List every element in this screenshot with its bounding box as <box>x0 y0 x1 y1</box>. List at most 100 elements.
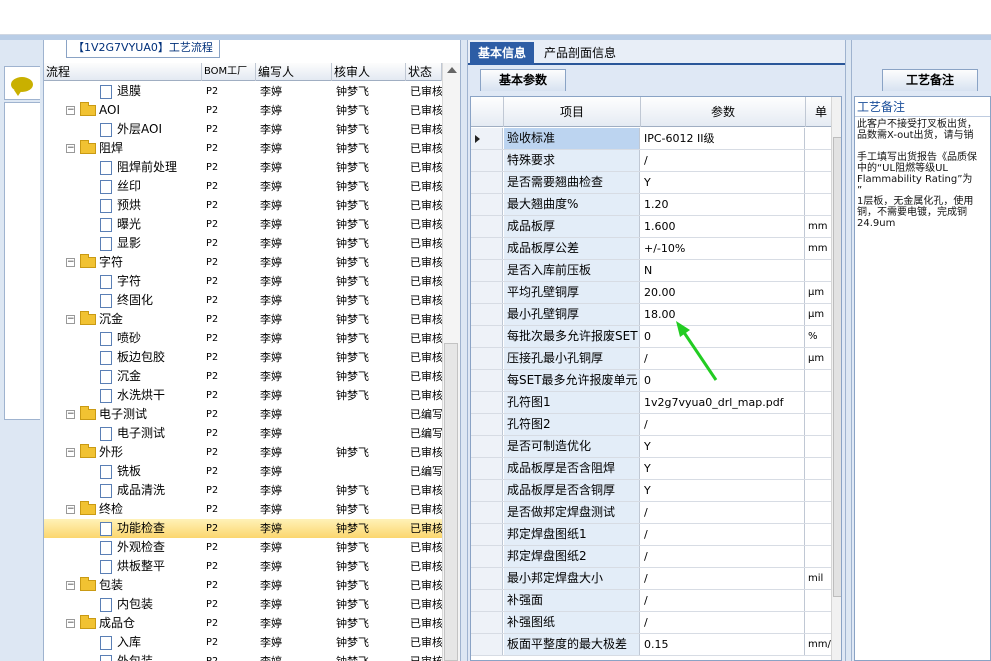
col-header-value[interactable]: 参数 <box>641 97 806 127</box>
col-header-reviewer[interactable]: 核审人 <box>332 63 406 81</box>
collapse-toggle-icon[interactable]: − <box>66 315 75 324</box>
collapse-toggle-icon[interactable]: − <box>66 505 75 514</box>
param-row[interactable]: 最大翘曲度% 1.20 <box>471 194 841 216</box>
param-row[interactable]: 是否需要翘曲检查 Y <box>471 172 841 194</box>
tab-basic-info[interactable]: 基本信息 <box>470 42 534 65</box>
row-indicator[interactable] <box>471 524 503 545</box>
collapse-toggle-icon[interactable]: − <box>66 410 75 419</box>
tree-row[interactable]: 水洗烘干 P2 李婷 钟梦飞 已审核 <box>44 386 442 405</box>
col-header-bom[interactable]: BOM工厂 <box>202 63 256 81</box>
param-row[interactable]: 补强图纸 / <box>471 612 841 634</box>
tree-row[interactable]: 显影 P2 李婷 钟梦飞 已审核 <box>44 234 442 253</box>
param-row[interactable]: 每批次最多允许报废SET 0% <box>471 326 841 348</box>
param-value[interactable]: / <box>641 502 805 523</box>
scroll-up-arrow-icon[interactable] <box>447 67 457 73</box>
tree-row[interactable]: 曝光 P2 李婷 钟梦飞 已审核 <box>44 215 442 234</box>
collapse-toggle-icon[interactable]: − <box>66 106 75 115</box>
tree-row[interactable]: 丝印 P2 李婷 钟梦飞 已审核 <box>44 177 442 196</box>
row-indicator[interactable] <box>471 414 503 435</box>
param-row[interactable]: 平均孔壁铜厚 20.00 μm <box>471 282 841 304</box>
row-indicator[interactable] <box>471 216 503 237</box>
tree-row[interactable]: 电子测试 P2 李婷 已编写 <box>44 424 442 443</box>
row-indicator[interactable] <box>471 590 503 611</box>
panel-splitter-right[interactable] <box>845 40 852 661</box>
param-row[interactable]: 邦定焊盘图纸2/ <box>471 546 841 568</box>
process-notes-text[interactable]: 此客户不接受打叉板出货， 品数需X-out出货，请与销 手工填写出货报告《品质保… <box>857 119 990 229</box>
param-row[interactable]: 成品板厚是否含阻焊 Y <box>471 458 841 480</box>
tree-row[interactable]: 预烘 P2 李婷 钟梦飞 已审核 <box>44 196 442 215</box>
param-row[interactable]: 板面平整度的最大极差 0.15 mm/i <box>471 634 841 656</box>
row-indicator[interactable] <box>471 238 503 259</box>
param-value[interactable]: 0 <box>641 326 805 347</box>
param-value[interactable]: / <box>641 612 805 633</box>
param-value[interactable]: / <box>641 414 805 435</box>
tree-row[interactable]: 喷砂 P2 李婷 钟梦飞 已审核 <box>44 329 442 348</box>
tree-row[interactable]: 终固化 P2 李婷 钟梦飞 已审核 <box>44 291 442 310</box>
collapse-toggle-icon[interactable]: − <box>66 144 75 153</box>
tree-row[interactable]: 外层AOI P2 李婷 钟梦飞 已审核 <box>44 120 442 139</box>
process-tree-scrollbar[interactable] <box>442 63 460 661</box>
param-row[interactable]: 成品板厚公差 +/-10% mm <box>471 238 841 260</box>
tree-row[interactable]: 阻焊前处理 P2 李婷 钟梦飞 已审核 <box>44 158 442 177</box>
row-indicator[interactable] <box>471 348 503 369</box>
process-flow-tab[interactable]: 【1V2G7VYUA0】工艺流程 <box>66 40 220 58</box>
tree-row[interactable]: 烘板整平 P2 李婷 钟梦飞 已审核 <box>44 557 442 576</box>
param-value[interactable]: / <box>641 150 805 171</box>
scrollbar-thumb[interactable] <box>833 137 841 597</box>
tree-row[interactable]: 铣板 P2 李婷 已编写 <box>44 462 442 481</box>
param-value[interactable]: 1.20 <box>641 194 805 215</box>
tree-row[interactable]: 内包装 P2 李婷 钟梦飞 已审核 <box>44 595 442 614</box>
param-value[interactable]: / <box>641 546 805 567</box>
param-row[interactable]: 成品板厚是否含铜厚 Y <box>471 480 841 502</box>
param-row[interactable]: 邦定焊盘图纸1/ <box>471 524 841 546</box>
row-indicator[interactable] <box>471 546 503 567</box>
param-value[interactable]: Y <box>641 480 805 501</box>
row-indicator[interactable] <box>471 304 503 325</box>
tree-row[interactable]: 功能检查 P2 李婷 钟梦飞 已审核 <box>44 519 442 538</box>
param-value[interactable]: Y <box>641 458 805 479</box>
col-header-writer[interactable]: 编写人 <box>256 63 332 81</box>
tree-row[interactable]: 成品清洗 P2 李婷 钟梦飞 已审核 <box>44 481 442 500</box>
param-row[interactable]: 最小孔壁铜厚 18.00 μm <box>471 304 841 326</box>
collapse-toggle-icon[interactable]: − <box>66 581 75 590</box>
param-row[interactable]: 每SET最多允许报废单元 0 <box>471 370 841 392</box>
scrollbar-thumb[interactable] <box>444 343 458 661</box>
param-value[interactable]: 18.00 <box>641 304 805 325</box>
param-value[interactable]: 1v2g7vyua0_drl_map.pdf <box>641 392 805 413</box>
row-indicator[interactable] <box>471 502 503 523</box>
tab-process-notes[interactable]: 工艺备注 <box>882 69 978 91</box>
param-value[interactable]: 0.15 <box>641 634 805 655</box>
row-indicator[interactable] <box>471 634 503 655</box>
row-indicator[interactable] <box>471 480 503 501</box>
param-value[interactable]: 1.600 <box>641 216 805 237</box>
row-indicator[interactable] <box>471 458 503 479</box>
collapse-toggle-icon[interactable]: − <box>66 619 75 628</box>
param-row[interactable]: 孔符图1 1v2g7vyua0_drl_map.pdf <box>471 392 841 414</box>
param-value[interactable]: N <box>641 260 805 281</box>
param-row[interactable]: 成品板厚 1.600 mm <box>471 216 841 238</box>
param-row[interactable]: 是否入库前压板 N <box>471 260 841 282</box>
col-header-item[interactable]: 项目 <box>504 97 641 127</box>
tree-row[interactable]: − 成品仓 P2 李婷 钟梦飞 已审核 <box>44 614 442 633</box>
tab-product-profile[interactable]: 产品剖面信息 <box>538 42 622 65</box>
param-row[interactable]: 验收标准 IPC-6012 II级 <box>471 128 841 150</box>
param-value[interactable]: +/-10% <box>641 238 805 259</box>
tree-row[interactable]: 板边包胶 P2 李婷 钟梦飞 已审核 <box>44 348 442 367</box>
tree-row[interactable]: 字符 P2 李婷 钟梦飞 已审核 <box>44 272 442 291</box>
param-row[interactable]: 是否做邦定焊盘测试 / <box>471 502 841 524</box>
row-indicator[interactable] <box>471 370 503 391</box>
param-value[interactable]: Y <box>641 436 805 457</box>
col-header-status[interactable]: 状态 <box>406 63 442 81</box>
row-indicator[interactable] <box>471 436 503 457</box>
tree-row[interactable]: − AOI P2 李婷 钟梦飞 已审核 <box>44 101 442 120</box>
param-row[interactable]: 孔符图2/ <box>471 414 841 436</box>
panel-splitter-left[interactable] <box>460 40 468 661</box>
param-row[interactable]: 压接孔最小孔铜厚 / μm <box>471 348 841 370</box>
row-indicator[interactable] <box>471 612 503 633</box>
param-value[interactable]: / <box>641 524 805 545</box>
param-value[interactable]: 20.00 <box>641 282 805 303</box>
row-indicator[interactable] <box>471 194 503 215</box>
param-value[interactable]: / <box>641 590 805 611</box>
tree-row[interactable]: 入库 P2 李婷 钟梦飞 已审核 <box>44 633 442 652</box>
row-indicator[interactable] <box>471 260 503 281</box>
